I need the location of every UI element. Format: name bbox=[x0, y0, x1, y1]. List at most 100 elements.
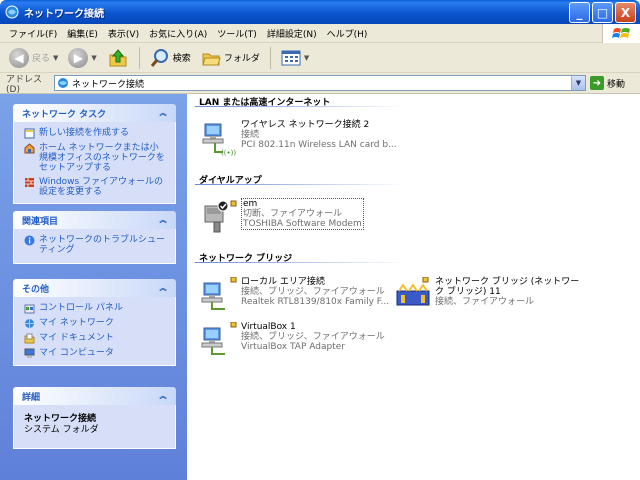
forward-button[interactable]: ▶ ▼ bbox=[65, 46, 99, 70]
virtualbox-connection-item[interactable]: VirtualBox 1 接続、ブリッジ、ファイアウォール VirtualBox… bbox=[201, 321, 385, 358]
collapse-icon[interactable]: ︽ bbox=[158, 283, 168, 293]
group-divider bbox=[195, 262, 407, 263]
menu-edit[interactable]: 編集(E) bbox=[62, 27, 103, 40]
content-pane: LAN または高速インターネット ((•)) ワイヤレス ネットワーク接続 2 … bbox=[187, 94, 640, 480]
menu-help[interactable]: ヘルプ(H) bbox=[322, 27, 373, 40]
link-label: コントロール パネル bbox=[39, 303, 123, 313]
local-area-connection-item[interactable]: ローカル エリア接続 接続、ブリッジ、ファイアウォール Realtek RTL8… bbox=[201, 276, 389, 313]
address-input[interactable]: ネットワーク接続 ▼ bbox=[54, 75, 586, 91]
go-label: 移動 bbox=[607, 79, 626, 90]
address-label: アドレス(D) bbox=[6, 74, 43, 95]
connection-name: ローカル エリア接続 bbox=[241, 277, 325, 287]
link-label: Windows ファイアウォールの設定を変更する bbox=[39, 177, 164, 197]
up-folder-icon bbox=[109, 48, 127, 66]
forward-dropdown-icon[interactable]: ▼ bbox=[91, 54, 96, 62]
views-dropdown-icon[interactable]: ▼ bbox=[304, 54, 309, 62]
connection-status: 切断、ファイアウォール bbox=[243, 209, 343, 219]
connection-device: VirtualBox TAP Adapter bbox=[241, 342, 345, 352]
other-places-header[interactable]: その他 ︽ bbox=[13, 279, 176, 297]
menu-bar: ファイル(F) 編集(E) 表示(V) お気に入り(A) ツール(T) 詳細設定… bbox=[0, 24, 640, 43]
menu-view[interactable]: 表示(V) bbox=[103, 27, 144, 40]
panel-title: その他 bbox=[22, 284, 50, 295]
network-connections-icon bbox=[58, 78, 68, 88]
related-topics-panel: 関連項目 ︽ ネットワークのトラブルシューティング bbox=[13, 211, 176, 264]
info-icon bbox=[24, 235, 35, 246]
selected-item-focus: em 切断、ファイアウォール TOSHIBA Software Modem bbox=[241, 198, 364, 230]
views-button[interactable]: ▼ bbox=[278, 47, 312, 69]
group-divider bbox=[195, 184, 407, 185]
collapse-icon[interactable]: ︽ bbox=[158, 391, 168, 401]
connection-name: em bbox=[243, 199, 258, 209]
collapse-icon[interactable]: ︽ bbox=[158, 215, 168, 225]
task-pane: ネットワーク タスク ︽ 新しい接続を作成する ホーム ネットワークまたは小規模… bbox=[0, 94, 187, 480]
my-computer-link[interactable]: マイ コンピュータ bbox=[24, 348, 167, 359]
search-button[interactable]: 検索 bbox=[147, 46, 194, 70]
lan-connection-icon bbox=[201, 321, 237, 358]
details-name: ネットワーク接続 bbox=[24, 414, 97, 424]
close-button[interactable]: X bbox=[615, 2, 636, 23]
connection-status: 接続、ブリッジ、ファイアウォール bbox=[241, 287, 385, 297]
maximize-button[interactable]: □ bbox=[592, 2, 613, 23]
connection-status: 接続、ブリッジ、ファイアウォール bbox=[241, 332, 385, 342]
my-documents-link[interactable]: マイ ドキュメント bbox=[24, 333, 167, 344]
collapse-icon[interactable]: ︽ bbox=[158, 108, 168, 118]
menu-favorites[interactable]: お気に入り(A) bbox=[144, 27, 212, 40]
connection-name: VirtualBox 1 bbox=[241, 322, 296, 332]
home-network-link[interactable]: ホーム ネットワークまたは小規模オフィスのネットワークをセットアップする bbox=[24, 143, 167, 173]
views-icon bbox=[281, 50, 301, 65]
menu-file[interactable]: ファイル(F) bbox=[4, 27, 62, 40]
home-network-icon bbox=[24, 143, 35, 154]
minimize-button[interactable]: _ bbox=[569, 2, 590, 23]
details-header[interactable]: 詳細 ︽ bbox=[13, 387, 176, 405]
my-documents-icon bbox=[24, 333, 35, 344]
link-label: 新しい接続を作成する bbox=[39, 128, 130, 138]
up-folder-button[interactable] bbox=[104, 45, 132, 71]
link-label: マイ ドキュメント bbox=[39, 333, 114, 343]
connection-name: ネットワーク ブリッジ (ネットワーク ブリッジ) 11 bbox=[435, 277, 580, 297]
connection-device: TOSHIBA Software Modem bbox=[243, 219, 362, 229]
back-arrow-icon: ◀ bbox=[9, 47, 29, 68]
new-connection-link[interactable]: 新しい接続を作成する bbox=[24, 128, 167, 139]
search-icon bbox=[150, 48, 168, 67]
window-title: ネットワーク接続 bbox=[24, 8, 104, 20]
go-button[interactable]: ➜ 移動 bbox=[590, 76, 625, 90]
control-panel-icon bbox=[24, 304, 35, 314]
network-bridge-icon bbox=[395, 276, 431, 313]
back-button[interactable]: ◀ 戻る ▼ bbox=[6, 46, 61, 70]
details-panel: 詳細 ︽ ネットワーク接続 システム フォルダ bbox=[13, 387, 176, 449]
forward-arrow-icon: ▶ bbox=[68, 47, 89, 68]
panel-title: 詳細 bbox=[22, 392, 41, 403]
toolbar-separator bbox=[269, 46, 271, 69]
panel-title: ネットワーク タスク bbox=[22, 109, 107, 120]
folders-button[interactable]: フォルダ bbox=[198, 46, 263, 70]
link-label: マイ ネットワーク bbox=[39, 318, 114, 328]
network-connections-icon bbox=[5, 5, 19, 19]
my-computer-icon bbox=[24, 348, 35, 358]
address-bar: アドレス(D) ネットワーク接続 ▼ ➜ 移動 bbox=[0, 73, 640, 95]
wireless-connection-item[interactable]: ((•)) ワイヤレス ネットワーク接続 2 接続 PCI 802.11n Wi… bbox=[201, 120, 397, 157]
details-type: システム フォルダ bbox=[24, 425, 99, 435]
link-label: ホーム ネットワークまたは小規模オフィスのネットワークをセットアップする bbox=[39, 143, 165, 173]
troubleshooting-link[interactable]: ネットワークのトラブルシューティング bbox=[24, 235, 167, 255]
menu-tools[interactable]: ツール(T) bbox=[212, 27, 262, 40]
network-tasks-panel: ネットワーク タスク ︽ 新しい接続を作成する ホーム ネットワークまたは小規模… bbox=[13, 104, 176, 204]
network-bridge-item[interactable]: ネットワーク ブリッジ (ネットワーク ブリッジ) 11 接続、ファイアウォール bbox=[395, 276, 585, 313]
modem-connection-icon bbox=[201, 198, 237, 234]
link-label: ネットワークのトラブルシューティング bbox=[39, 235, 166, 255]
my-network-link[interactable]: マイ ネットワーク bbox=[24, 318, 167, 329]
back-label: 戻る bbox=[32, 54, 51, 64]
other-places-panel: その他 ︽ コントロール パネル マイ ネットワーク マイ ドキュメント マイ … bbox=[13, 279, 176, 366]
network-tasks-header[interactable]: ネットワーク タスク ︽ bbox=[13, 104, 176, 122]
connection-name: ワイヤレス ネットワーク接続 2 bbox=[241, 120, 370, 130]
menu-advanced[interactable]: 詳細設定(N) bbox=[262, 27, 322, 40]
link-label: マイ コンピュータ bbox=[39, 348, 114, 358]
control-panel-link[interactable]: コントロール パネル bbox=[24, 303, 167, 314]
address-dropdown-icon[interactable]: ▼ bbox=[571, 76, 585, 90]
dialup-connection-item[interactable]: em 切断、ファイアウォール TOSHIBA Software Modem bbox=[201, 198, 364, 234]
back-dropdown-icon[interactable]: ▼ bbox=[53, 54, 58, 62]
related-topics-header[interactable]: 関連項目 ︽ bbox=[13, 211, 176, 229]
title-bar: ネットワーク接続 _ □ X bbox=[0, 0, 640, 24]
connection-device: PCI 802.11n Wireless LAN card b... bbox=[241, 140, 397, 150]
firewall-settings-link[interactable]: Windows ファイアウォールの設定を変更する bbox=[24, 177, 167, 197]
go-arrow-icon: ➜ bbox=[590, 76, 604, 90]
